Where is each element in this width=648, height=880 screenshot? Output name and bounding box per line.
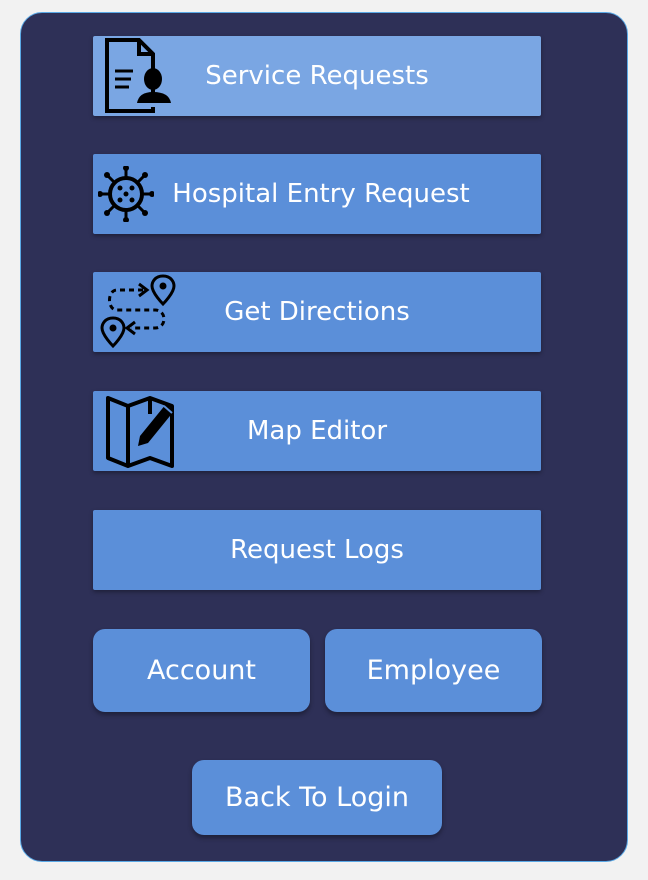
employee-label: Employee — [366, 655, 501, 686]
map-editor-button[interactable]: Map Editor — [93, 391, 541, 471]
map-edit-icon — [97, 391, 179, 471]
hospital-entry-request-label: Hospital Entry Request — [172, 179, 470, 209]
service-requests-button[interactable]: Service Requests — [93, 36, 541, 116]
request-logs-label: Request Logs — [230, 535, 404, 565]
back-to-login-button[interactable]: Back To Login — [192, 760, 442, 835]
hospital-entry-request-button[interactable]: Hospital Entry Request — [93, 154, 541, 234]
virus-icon — [97, 154, 155, 234]
account-button[interactable]: Account — [93, 629, 310, 712]
request-logs-button[interactable]: Request Logs — [93, 510, 541, 590]
document-person-icon — [97, 36, 179, 116]
route-icon — [97, 272, 179, 352]
get-directions-label: Get Directions — [224, 297, 410, 327]
service-requests-label: Service Requests — [205, 61, 429, 91]
back-to-login-label: Back To Login — [225, 782, 409, 813]
map-editor-label: Map Editor — [246, 416, 388, 446]
account-label: Account — [146, 655, 256, 686]
get-directions-button[interactable]: Get Directions — [93, 272, 541, 352]
employee-button[interactable]: Employee — [325, 629, 542, 712]
